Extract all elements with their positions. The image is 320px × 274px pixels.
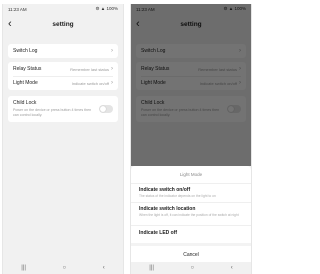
- option-indicate-switch-onoff[interactable]: Indicate switch on/off The status of the…: [139, 187, 243, 198]
- light-mode-sheet-screen: 11:23 AM ⚙ ▲ 100% ‹ setting Switch Log ›…: [130, 4, 252, 274]
- chevron-right-icon: ›: [111, 48, 113, 54]
- divider: [131, 225, 251, 226]
- light-mode-label: Light Mode: [13, 80, 38, 86]
- child-lock-label: Child Lock: [13, 100, 37, 106]
- nav-bar: ‹ setting: [3, 16, 123, 32]
- divider: [131, 183, 251, 184]
- sheet-title: Light Mode: [179, 172, 203, 177]
- switch-log-card[interactable]: Switch Log ›: [8, 44, 118, 58]
- recents-button[interactable]: |||: [21, 265, 26, 271]
- chevron-left-icon[interactable]: ‹: [8, 17, 12, 31]
- page-title: setting: [52, 20, 74, 28]
- divider: [131, 202, 251, 203]
- status-icons: ⚙ ▲ 100%: [95, 6, 119, 11]
- cancel-button[interactable]: Cancel: [131, 252, 251, 258]
- relay-light-card: Relay Status Remember last status › Ligh…: [8, 62, 118, 90]
- switch-log-row[interactable]: Switch Log ›: [8, 44, 118, 58]
- home-button[interactable]: ○: [191, 265, 195, 271]
- option-desc: The status of the indicator depends on t…: [139, 194, 216, 198]
- option-title: Indicate LED off: [139, 230, 178, 236]
- child-lock-card: Child Lock Power on the device or press …: [8, 96, 118, 122]
- child-lock-toggle[interactable]: [99, 105, 113, 113]
- option-indicate-switch-location[interactable]: Indicate switch location When the light …: [139, 206, 243, 217]
- system-back-button[interactable]: ‹: [231, 265, 233, 271]
- option-title: Indicate switch location: [139, 206, 196, 212]
- system-nav-bar: ||| ○ ‹: [3, 262, 123, 274]
- system-nav-bar: ||| ○ ‹: [131, 262, 251, 274]
- option-desc: When the light is off, it can indicate t…: [139, 213, 239, 217]
- modal-overlay[interactable]: [131, 4, 251, 166]
- status-bar: 11:23 AM ⚙ ▲ 100%: [3, 4, 123, 14]
- settings-screen: 11:23 AM ⚙ ▲ 100% ‹ setting Switch Log ›…: [2, 4, 124, 274]
- option-indicate-led-off[interactable]: Indicate LED off: [139, 230, 243, 236]
- divider: [131, 243, 251, 246]
- relay-status-value: Remember last status: [70, 66, 109, 72]
- child-lock-description: Power on the device or press button 4 ti…: [13, 108, 92, 117]
- system-back-button[interactable]: ‹: [103, 265, 105, 271]
- chevron-right-icon: ›: [111, 66, 113, 72]
- switch-log-label: Switch Log: [13, 48, 38, 54]
- light-mode-sheet: Light Mode Indicate switch on/off The st…: [131, 166, 251, 262]
- recents-button[interactable]: |||: [149, 265, 154, 271]
- relay-status-row[interactable]: Relay Status Remember last status ›: [8, 62, 118, 76]
- light-mode-value: Indicate switch on/off: [71, 80, 109, 86]
- home-button[interactable]: ○: [63, 265, 67, 271]
- toggle-knob: [100, 106, 106, 112]
- light-mode-row[interactable]: Light Mode Indicate switch on/off ›: [8, 76, 118, 90]
- chevron-right-icon: ›: [111, 80, 113, 86]
- status-time: 11:23 AM: [8, 6, 27, 12]
- option-title: Indicate switch on/off: [139, 187, 191, 193]
- relay-status-label: Relay Status: [13, 66, 42, 72]
